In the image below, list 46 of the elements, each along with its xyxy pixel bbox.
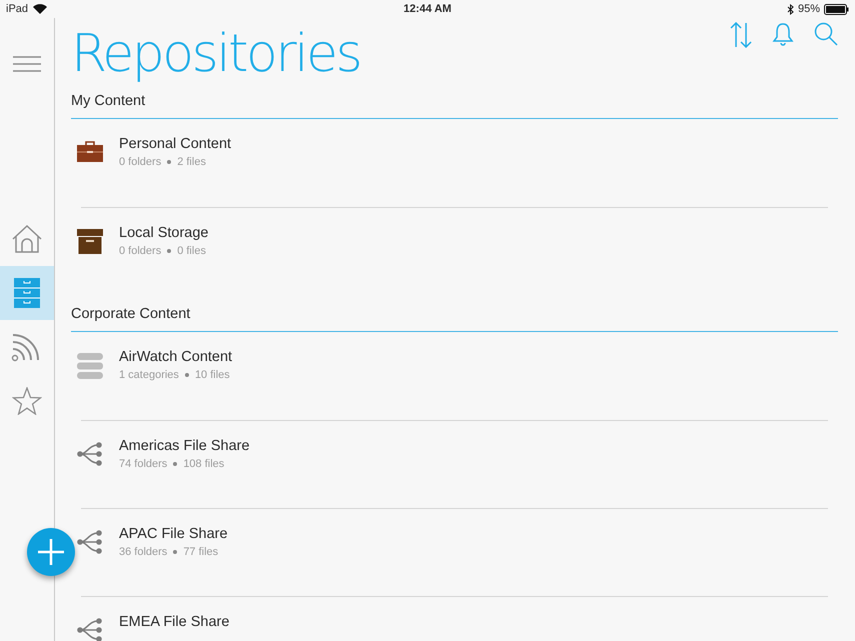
add-button[interactable] <box>27 528 75 576</box>
repository-name[interactable]: Personal Content <box>119 136 232 152</box>
bluetooth-icon <box>786 4 794 14</box>
repository-count: 0 folders <box>119 156 162 168</box>
repository-count: 2 files <box>177 156 206 168</box>
briefcase-icon <box>77 140 103 162</box>
wifi-icon <box>33 4 48 14</box>
repository-count: 10 files <box>194 369 230 381</box>
repository-name[interactable]: EMEA File Share <box>119 614 230 630</box>
section-header: Corporate Content <box>71 306 190 322</box>
battery-percent: 95% <box>798 3 820 15</box>
clock: 12:44 AM <box>404 3 452 15</box>
repository-count: 36 folders <box>119 546 168 558</box>
separator-dot <box>167 249 172 253</box>
battery-icon <box>824 4 849 14</box>
home-icon <box>11 224 43 254</box>
star-icon <box>12 387 42 415</box>
repository-name[interactable]: APAC File Share <box>119 526 228 542</box>
separator-dot <box>184 373 189 377</box>
repository-count: 0 files <box>177 245 206 257</box>
share-tree-icon <box>77 442 103 466</box>
plus-icon <box>37 538 65 566</box>
nav-item[interactable] <box>0 266 54 320</box>
database-icon <box>77 353 103 379</box>
box-icon <box>77 229 103 254</box>
share-tree-icon <box>77 530 103 554</box>
section-header: My Content <box>71 93 146 109</box>
notifications-button[interactable] <box>772 22 794 48</box>
separator-dot <box>167 160 172 164</box>
sort-button[interactable] <box>730 22 752 48</box>
device-name: iPad <box>6 3 28 15</box>
page-title: Repositories <box>71 24 360 84</box>
search-button[interactable] <box>814 22 838 48</box>
repository-count: 0 folders <box>119 245 162 257</box>
share-tree-icon <box>77 618 103 641</box>
separator-dot <box>173 550 178 554</box>
repository-count: 77 files <box>183 546 218 558</box>
repository-name[interactable]: AirWatch Content <box>119 349 232 365</box>
repository-name[interactable]: Local Storage <box>119 225 208 241</box>
drawers-icon <box>13 277 41 309</box>
repository-name[interactable]: Americas File Share <box>119 438 250 454</box>
separator-dot <box>173 462 178 466</box>
repository-count: 108 files <box>183 458 224 470</box>
repository-count: 74 folders <box>119 458 168 470</box>
repository-count: 1 categories <box>119 369 179 381</box>
menu-button[interactable] <box>13 56 41 72</box>
